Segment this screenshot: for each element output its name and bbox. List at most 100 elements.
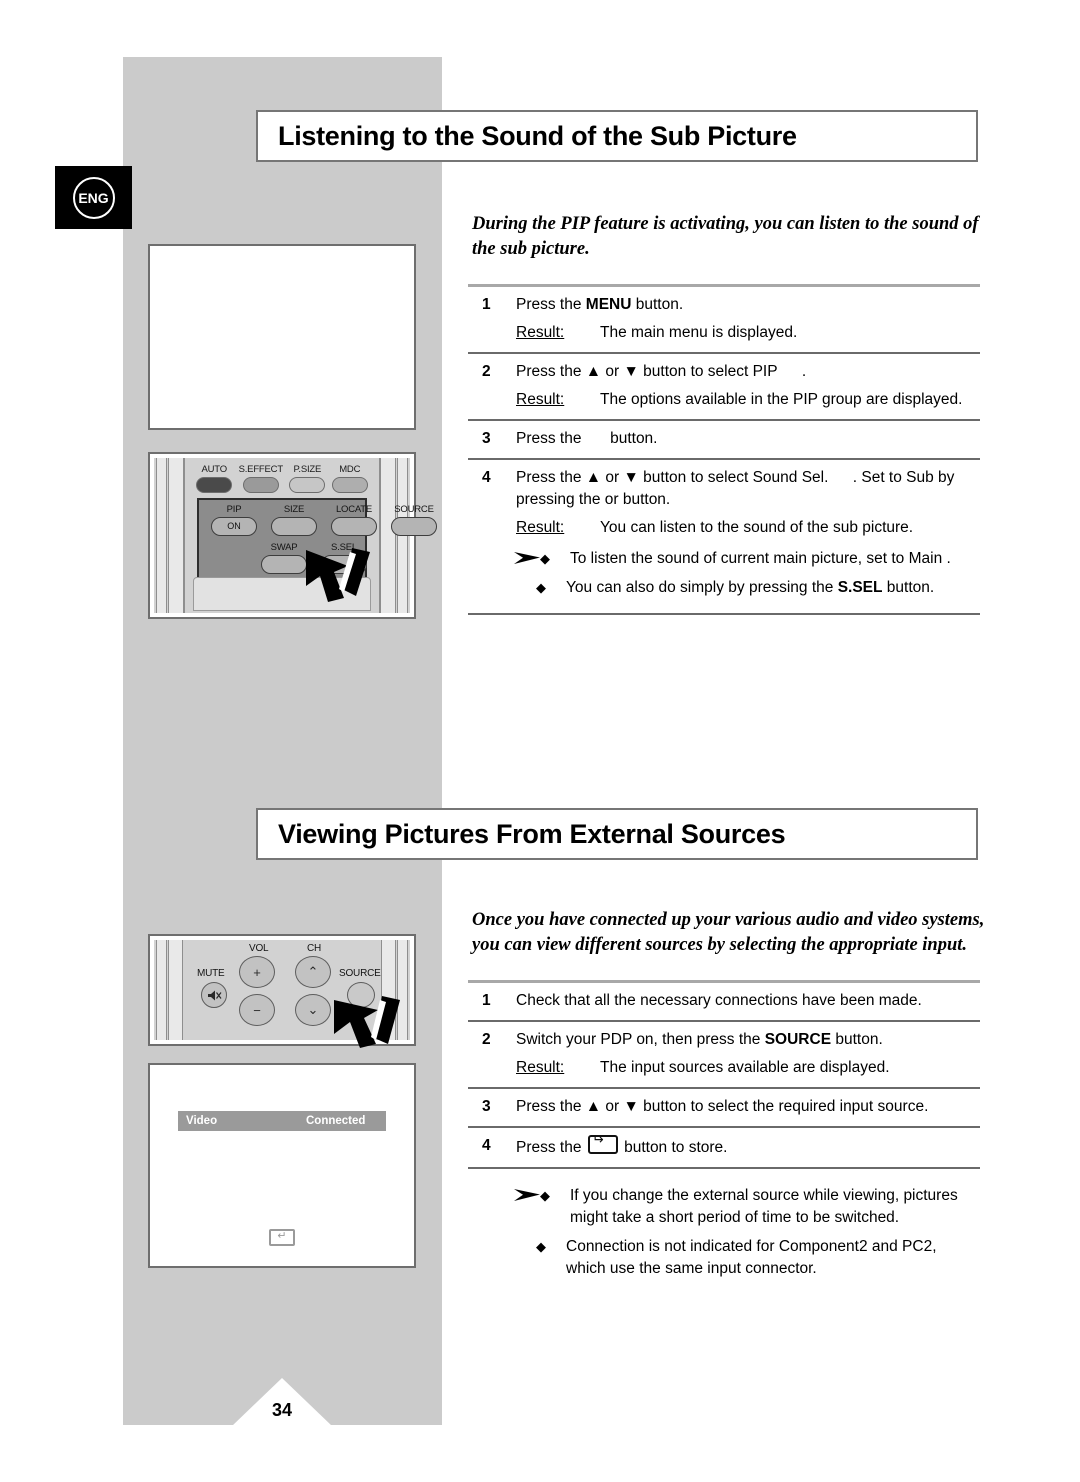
result-label: Result: xyxy=(516,1059,565,1076)
note-row: ◆ To listen the sound of current main pi… xyxy=(468,548,980,570)
step-action-post: button. xyxy=(631,296,684,313)
illustration-remote-source: VOL CH MUTE SOURCE + − ⌃ ⌄ xyxy=(148,934,416,1048)
note-pointer-spacer xyxy=(468,577,536,579)
step-number: 4 xyxy=(482,469,491,486)
step-list-2: 1 Check that all the necessary connectio… xyxy=(468,980,980,1169)
result-text: The input sources available are displaye… xyxy=(600,1059,890,1076)
language-badge: ENG xyxy=(55,166,132,229)
ch-up-glyph: ⌃ xyxy=(307,964,319,979)
remote-button-pip[interactable]: PIP ON xyxy=(207,504,261,536)
step-action: Press the ▲ or ▼ button to select the re… xyxy=(516,1098,929,1115)
note-text: You can also do simply by pressing the S… xyxy=(566,577,980,599)
note-pointer xyxy=(468,1185,540,1203)
mute-label: MUTE xyxy=(197,968,225,979)
step-action-pre: Press the xyxy=(516,296,586,313)
osd-screen: Video Connected ↵ xyxy=(154,1069,410,1262)
remote-button-label: LOCATE xyxy=(335,504,373,515)
remote-button-p-size[interactable]: P.SIZE xyxy=(289,464,326,496)
result-label: Result: xyxy=(516,519,565,536)
step-list-1: 1 Press the MENU button. Result: The mai… xyxy=(468,284,980,547)
step-row: 2 Press the ▲ or ▼ button to select PIP … xyxy=(468,354,980,419)
remote-button-cap: ON xyxy=(211,517,257,536)
rule-divider xyxy=(468,1167,980,1169)
note-pointer-spacer xyxy=(468,1236,536,1238)
step-action-post: button. xyxy=(605,430,658,447)
diamond-bullet-icon: ◆ xyxy=(536,1239,546,1254)
step-body: Check that all the necessary connections… xyxy=(516,990,980,1012)
remote-button-cap xyxy=(196,477,233,493)
step-row: 3 Press the button. xyxy=(468,421,980,458)
vol-label: VOL xyxy=(249,943,269,954)
pointer-arrow-icon xyxy=(514,552,540,564)
step-body: Press the MENU button. Result: The main … xyxy=(516,294,980,344)
step-action-pre: Press the ▲ or ▼ button to select Sound … xyxy=(516,469,829,486)
remote-button-vol-up[interactable]: + xyxy=(239,956,275,988)
step-number: 2 xyxy=(482,363,491,380)
remote-body: VOL CH MUTE SOURCE + − ⌃ ⌄ xyxy=(154,940,410,1048)
remote-button-size[interactable]: SIZE xyxy=(267,504,321,536)
remote-button-cap xyxy=(261,555,307,574)
step-number: 1 xyxy=(482,296,491,313)
step-body: Switch your PDP on, then press the SOURC… xyxy=(516,1029,980,1079)
step-body: Press the ▲ or ▼ button to select Sound … xyxy=(516,467,980,539)
remote-button-mdc[interactable]: MDC xyxy=(331,464,368,496)
step-action-pre: Press the xyxy=(516,1139,586,1156)
callout-arrow-icon xyxy=(334,996,400,1048)
mute-icon xyxy=(207,990,221,1000)
remote-button-mute[interactable] xyxy=(201,982,227,1008)
note-pointer xyxy=(468,548,540,566)
remote-button-s-effect[interactable]: S.EFFECT xyxy=(239,464,283,496)
remote-button-swap[interactable]: SWAP xyxy=(257,542,311,574)
result-label: Result: xyxy=(516,324,565,341)
step-action-emphasis: SOURCE xyxy=(764,1031,832,1048)
step-action-pre: Press the ▲ or ▼ button to select PIP xyxy=(516,363,778,380)
note-text-pre: You can also do simply by pressing the xyxy=(566,579,838,596)
osd-source-row[interactable]: Video Connected xyxy=(178,1111,386,1131)
remote-button-cap xyxy=(391,517,437,536)
diamond-bullet-icon: ◆ xyxy=(540,551,550,566)
step-action: Press the MENU button. xyxy=(516,294,980,316)
rule-divider xyxy=(468,613,980,615)
note-text: If you change the external source while … xyxy=(570,1187,958,1226)
step-action-post: button to store. xyxy=(619,1139,728,1156)
remote-button-cap xyxy=(289,477,326,493)
page-number-marker: 34 xyxy=(232,1378,332,1426)
step-row: 3 Press the ▲ or ▼ button to select the … xyxy=(468,1089,980,1126)
step-action: Press the button to store. xyxy=(516,1135,980,1159)
result-label: Result: xyxy=(516,391,565,408)
remote-button-label: SOURCE xyxy=(394,504,434,515)
remote-button-source[interactable]: SOURCE xyxy=(387,504,441,536)
step-action: Switch your PDP on, then press the SOURC… xyxy=(516,1029,980,1051)
illustration-blank-screen xyxy=(148,244,416,430)
step-body: Press the button to store. xyxy=(516,1135,980,1159)
illustration-osd-source-list: Video Connected ↵ xyxy=(148,1063,416,1268)
remote-button-vol-down[interactable]: − xyxy=(239,994,275,1026)
step-action: Press the ▲ or ▼ button to select PIP . xyxy=(516,361,980,383)
language-badge-label: ENG xyxy=(72,176,115,219)
remote-pip-row-1: PIP ON SIZE LOCATE SOURCE xyxy=(207,504,441,536)
ch-label: CH xyxy=(307,943,322,954)
step-action: Press the ▲ or ▼ button to select Sound … xyxy=(516,467,980,511)
remote-button-label: PIP xyxy=(226,504,242,515)
remote-button-label: MDC xyxy=(339,464,361,475)
note-row: ◆ Connection is not indicated for Compon… xyxy=(468,1236,980,1280)
osd-source-name: Video xyxy=(186,1115,218,1127)
step-number: 2 xyxy=(482,1031,491,1048)
remote-button-locate[interactable]: LOCATE xyxy=(327,504,381,536)
step-result: Result: The options available in the PIP… xyxy=(516,389,980,411)
remote-button-auto[interactable]: AUTO xyxy=(196,464,233,496)
step-row: 2 Switch your PDP on, then press the SOU… xyxy=(468,1022,980,1087)
result-text: The options available in the PIP group a… xyxy=(600,391,963,408)
vol-down-glyph: − xyxy=(253,1002,261,1018)
remote-button-ch-up[interactable]: ⌃ xyxy=(295,956,331,988)
step-row: 1 Check that all the necessary connectio… xyxy=(468,983,980,1020)
section-intro-1: During the PIP feature is activating, yo… xyxy=(472,214,979,259)
step-number: 1 xyxy=(482,992,491,1009)
remote-rail xyxy=(156,940,167,1040)
remote-button-ch-down[interactable]: ⌄ xyxy=(295,994,331,1026)
illustration-remote-pip: AUTO S.EFFECT P.SIZE MDC PIP ON SIZE LOC… xyxy=(148,452,437,619)
note-list-1: ◆ To listen the sound of current main pi… xyxy=(468,548,980,615)
result-text: The main menu is displayed. xyxy=(600,324,798,341)
remote-button-label: S.EFFECT xyxy=(238,464,284,475)
vol-up-glyph: + xyxy=(253,964,261,980)
